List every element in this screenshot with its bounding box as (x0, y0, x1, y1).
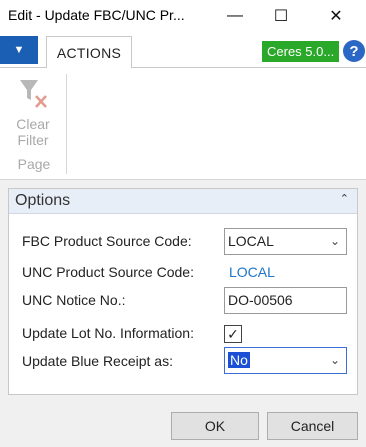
clear-filter-icon (20, 80, 47, 108)
chevron-down-icon: ▼ (13, 44, 25, 56)
fbc-source-code-value: LOCAL (228, 233, 274, 249)
update-blue-receipt-label: Update Blue Receipt as: (22, 353, 173, 369)
update-lot-no-checkbox[interactable]: ✓ (224, 325, 242, 343)
chevron-down-icon: ⌄ (329, 234, 340, 248)
app-menu-button[interactable]: ▼ (0, 36, 38, 64)
company-badge[interactable]: Ceres 5.0... (262, 41, 340, 62)
clear-filter-label: Clear Filter (16, 116, 50, 148)
title-bar: Edit - Update FBC/UNC Pr... — ☐ ✕ (0, 0, 366, 32)
minimize-button[interactable]: — (212, 0, 258, 32)
checkmark-icon: ✓ (227, 325, 239, 342)
unc-notice-no-label: UNC Notice No.: (22, 292, 126, 308)
collapse-icon[interactable]: ⌃ (340, 192, 349, 205)
maximize-icon: ☐ (273, 8, 289, 25)
unc-notice-no-field[interactable]: DO-00506 (224, 287, 347, 314)
unc-source-code-link[interactable]: LOCAL (229, 264, 275, 280)
update-blue-receipt-value: No (228, 352, 250, 368)
options-title: Options (15, 192, 71, 209)
ribbon-group-divider (66, 74, 67, 174)
options-fasttab: Options ⌃ FBC Product Source Code: LOCAL… (8, 188, 358, 395)
options-header[interactable]: Options ⌃ (9, 189, 357, 214)
close-icon: ✕ (329, 8, 343, 25)
unc-source-code-label: UNC Product Source Code: (22, 264, 194, 280)
cancel-button[interactable]: Cancel (267, 412, 358, 440)
window-title: Edit - Update FBC/UNC Pr... (8, 7, 185, 23)
update-blue-receipt-select[interactable]: No ⌄ (224, 347, 347, 374)
fbc-source-code-label: FBC Product Source Code: (22, 233, 192, 249)
ok-button[interactable]: OK (171, 412, 259, 440)
help-icon[interactable]: ? (343, 40, 365, 62)
unc-notice-no-value: DO-00506 (228, 292, 293, 308)
clear-filter-button[interactable]: Clear Filter (8, 74, 58, 154)
update-lot-no-label: Update Lot No. Information: (22, 325, 194, 341)
maximize-button[interactable]: ☐ (258, 0, 304, 32)
chevron-down-icon: ⌄ (329, 353, 340, 367)
close-button[interactable]: ✕ (313, 0, 359, 32)
minimize-icon: — (227, 7, 243, 24)
ribbon-body: Clear Filter Page (0, 68, 366, 180)
ribbon-group-label: Page (17, 156, 51, 172)
ribbon-tab-bar: ▼ ACTIONS Ceres 5.0... ? (0, 32, 366, 69)
fbc-source-code-select[interactable]: LOCAL ⌄ (224, 228, 347, 255)
tab-actions[interactable]: ACTIONS (46, 36, 132, 69)
